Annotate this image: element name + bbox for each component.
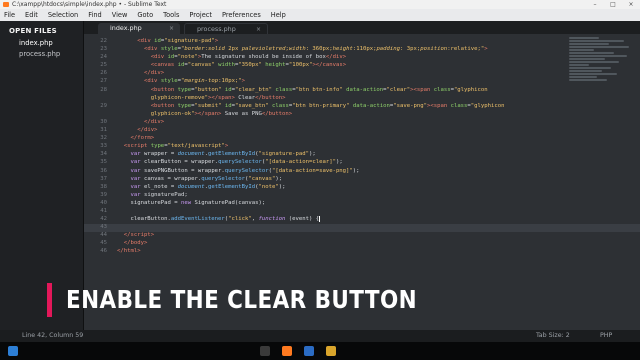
code-text: <div id="signature-pad"> <div style="bor… <box>117 37 569 256</box>
menu-project[interactable]: Project <box>189 9 212 21</box>
line-number: 22 <box>100 38 107 44</box>
caption-overlay: ENABLE THE CLEAR BUTTON <box>0 275 640 330</box>
tab-bar: index.php × process.php × <box>84 21 640 34</box>
line-number: 41 <box>100 207 107 214</box>
sidebar-item-process-php[interactable]: process.php <box>19 49 83 60</box>
maximize-icon[interactable]: □ <box>604 0 622 9</box>
tab-close-icon[interactable]: × <box>169 23 174 34</box>
menu-selection[interactable]: Selection <box>48 9 78 21</box>
minimap[interactable] <box>569 37 635 127</box>
caption-accent-bar <box>47 283 52 317</box>
menu-tools[interactable]: Tools <box>163 9 179 21</box>
code-line: <script type="text/javascript"> <box>123 143 229 150</box>
sidebar-item-index-php[interactable]: index.php <box>19 38 83 49</box>
line-number: 40 <box>100 199 107 206</box>
line-number: 42 <box>100 216 107 223</box>
tab-label: process.php <box>197 25 236 33</box>
line-number: 28 <box>100 86 107 93</box>
code-line: <div style="border:solid 2px palevioletr… <box>143 46 488 53</box>
code-line: </form> <box>130 135 155 142</box>
line-number: 37 <box>100 175 107 182</box>
taskbar-app-icon[interactable] <box>326 346 336 356</box>
syntax-mode[interactable]: PHP <box>600 330 612 342</box>
window-controls: – □ × <box>586 0 640 9</box>
code-line: <div style="margin-top:10px;"> <box>143 78 246 85</box>
menu-preferences[interactable]: Preferences <box>222 9 261 21</box>
line-number: 23 <box>100 46 107 53</box>
line-number: 32 <box>100 135 107 142</box>
code-line: <canvas id="canvas" width="350px" height… <box>150 62 347 69</box>
tab-index-php[interactable]: index.php × <box>98 23 180 34</box>
line-number: 45 <box>100 240 107 247</box>
code-line: var clearButton = wrapper.querySelector(… <box>130 159 343 166</box>
code-line-current: clearButton.addEventListener("click", fu… <box>117 215 569 223</box>
taskbar-app-icon[interactable] <box>260 346 270 356</box>
menu-bar: File Edit Selection Find View Goto Tools… <box>0 9 640 21</box>
line-number: 29 <box>100 102 107 109</box>
menu-view[interactable]: View <box>112 9 128 21</box>
sublime-app-icon <box>3 2 9 7</box>
line-number: 44 <box>100 232 107 239</box>
line-number: 24 <box>100 54 107 61</box>
os-taskbar <box>0 342 640 360</box>
line-number: 25 <box>100 62 107 69</box>
line-number: 35 <box>100 159 107 166</box>
taskbar-app-icon[interactable] <box>304 346 314 356</box>
code-line: var canvas = wrapper.querySelector("canv… <box>130 175 283 182</box>
code-line: var signaturePad; <box>130 191 188 198</box>
line-number: 38 <box>100 183 107 190</box>
code-line: signaturePad = new SignaturePad(canvas); <box>117 199 266 206</box>
line-number: 27 <box>100 78 107 85</box>
start-icon[interactable] <box>8 346 18 356</box>
line-number: 34 <box>100 151 107 158</box>
line-number: 30 <box>100 118 107 125</box>
line-gutter: 22 23 24 25 26 27 28 29 30 31 32 33 34 3… <box>84 37 110 256</box>
title-bar: C:\xampp\htdocs\simple\index.php • - Sub… <box>0 0 640 9</box>
line-number: 43 <box>100 224 107 231</box>
code-line: var wrapper = document.getElementById("s… <box>130 151 316 158</box>
menu-find[interactable]: Find <box>88 9 102 21</box>
caption-text: ENABLE THE CLEAR BUTTON <box>66 285 418 314</box>
code-line: var el_note = document.getElementById("n… <box>130 183 286 190</box>
code-line: </body> <box>123 240 148 247</box>
code-line: <div id="signature-pad"> <box>137 38 219 44</box>
close-icon[interactable]: × <box>622 0 640 9</box>
code-line: <button type="submit" id="save_btn" clas… <box>150 102 505 117</box>
code-line: </html> <box>117 248 141 255</box>
code-line: </div> <box>143 70 165 77</box>
line-number: 33 <box>100 143 107 150</box>
code-line: var savePNGButton = wrapper.querySelecto… <box>130 167 360 174</box>
tab-label: index.php <box>110 24 142 32</box>
line-number: 46 <box>100 248 107 255</box>
tab-process-php[interactable]: process.php × <box>184 23 268 34</box>
line-number: 39 <box>100 191 107 198</box>
menu-help[interactable]: Help <box>271 9 286 21</box>
code-line: </div> <box>143 118 165 125</box>
line-number: 31 <box>100 127 107 134</box>
code-line: </script> <box>123 232 155 239</box>
line-number: 36 <box>100 167 107 174</box>
cursor-position: Line 42, Column 59 <box>22 332 84 339</box>
sublime-taskbar-icon[interactable] <box>282 346 292 356</box>
sidebar-header: OPEN FILES <box>9 27 57 35</box>
code-line: <button type="button" id="clear_btn" cla… <box>150 86 488 101</box>
code-line: </div> <box>137 127 158 134</box>
sublime-window: C:\xampp\htdocs\simple\index.php • - Sub… <box>0 0 640 360</box>
menu-file[interactable]: File <box>4 9 15 21</box>
line-number: 26 <box>100 70 107 77</box>
menu-edit[interactable]: Edit <box>25 9 38 21</box>
code-line: <div id="note">The signature should be i… <box>150 54 347 61</box>
status-bar: Line 42, Column 59 Tab Size: 2 PHP <box>0 330 640 342</box>
window-title: C:\xampp\htdocs\simple\index.php • - Sub… <box>12 1 167 8</box>
tab-size[interactable]: Tab Size: 2 <box>536 330 570 342</box>
menu-goto[interactable]: Goto <box>137 9 153 21</box>
minimize-icon[interactable]: – <box>586 0 604 9</box>
